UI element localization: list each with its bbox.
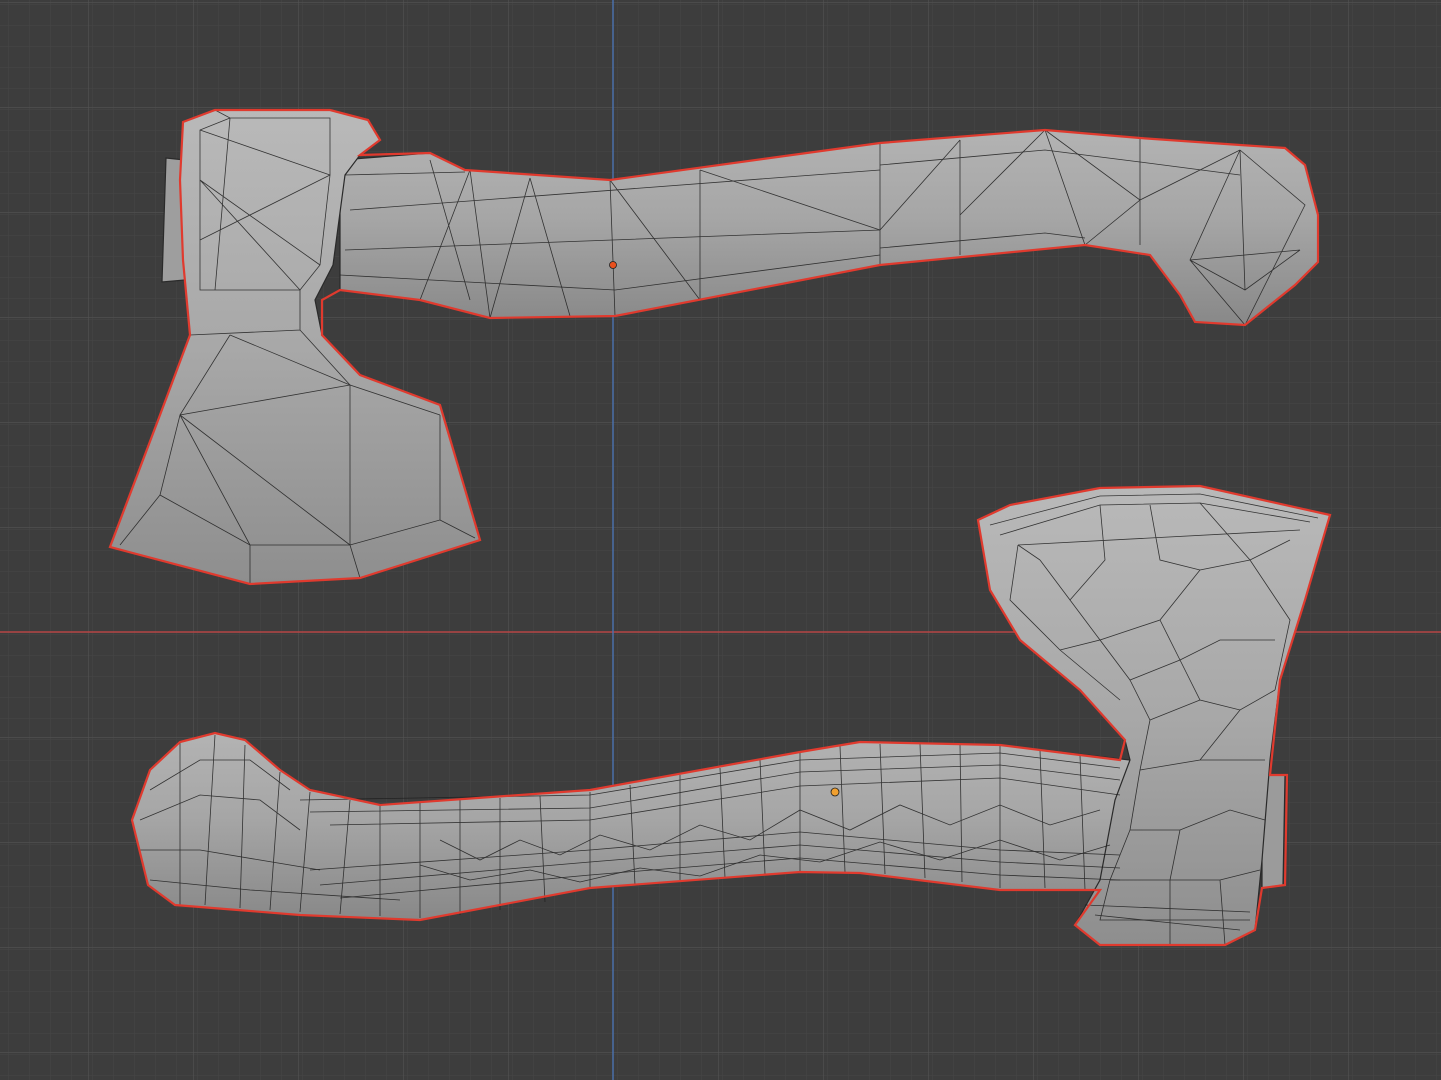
3d-viewport[interactable] xyxy=(0,0,1441,1080)
viewport-canvas[interactable] xyxy=(0,0,1441,1080)
subdivided-axe-origin[interactable] xyxy=(830,787,840,797)
low-poly-axe-origin[interactable] xyxy=(609,261,617,269)
